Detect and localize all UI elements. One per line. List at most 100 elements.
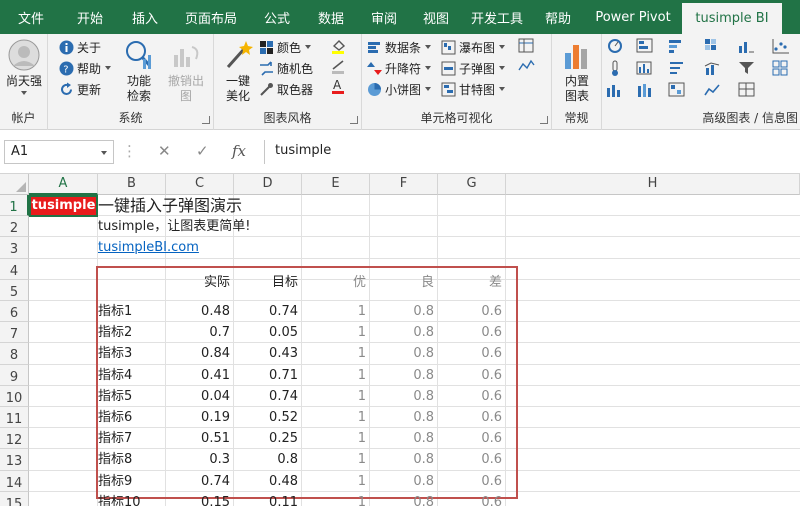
tab-insert[interactable]: 插入 — [118, 0, 172, 34]
cell-target-9[interactable]: 0.48 — [234, 472, 298, 492]
row-header-6[interactable]: 6 — [0, 301, 29, 323]
stacked-bar-icon[interactable] — [636, 82, 654, 98]
updown-button[interactable]: 升降符 — [366, 58, 432, 78]
cell-indicator-1[interactable]: 指标1 — [98, 302, 162, 322]
cell-indicator-9[interactable]: 指标9 — [98, 472, 162, 492]
cell-excellent-1[interactable]: 1 — [302, 302, 366, 322]
beautify-button[interactable]: 一键 美化 — [218, 38, 258, 104]
header-actual[interactable]: 实际 — [166, 273, 230, 293]
cell-target-3[interactable]: 0.43 — [234, 344, 298, 364]
formula-input[interactable]: tusimple — [264, 140, 800, 164]
dialog-launcher-icon[interactable] — [202, 116, 210, 124]
cell-target-8[interactable]: 0.8 — [234, 450, 298, 470]
cell-indicator-7[interactable]: 指标7 — [98, 429, 162, 449]
cell-poor-9[interactable]: 0.6 — [438, 472, 502, 492]
waterfall-button[interactable]: 瀑布图 — [440, 37, 506, 57]
header-target[interactable]: 目标 — [234, 273, 298, 293]
cell-good-9[interactable]: 0.8 — [370, 472, 434, 492]
cell-target-5[interactable]: 0.74 — [234, 387, 298, 407]
column-header-d[interactable]: D — [234, 174, 302, 195]
cell-good-5[interactable]: 0.8 — [370, 387, 434, 407]
cell-poor-10[interactable]: 0.6 — [438, 493, 502, 506]
cell-poor-5[interactable]: 0.6 — [438, 387, 502, 407]
cell-good-6[interactable]: 0.8 — [370, 408, 434, 428]
row-header-2[interactable]: 2 — [0, 216, 29, 238]
font-color-icon[interactable]: A — [330, 78, 348, 94]
tab-home[interactable]: 开始 — [62, 0, 118, 34]
tab-tusimple-bi[interactable]: tusimple BI — [682, 3, 782, 34]
enter-icon[interactable]: ✓ — [196, 142, 209, 160]
row-header-9[interactable]: 9 — [0, 364, 29, 386]
row-header-13[interactable]: 13 — [0, 449, 29, 471]
cell-poor-1[interactable]: 0.6 — [438, 302, 502, 322]
column-header-e[interactable]: E — [302, 174, 370, 195]
column-header-c[interactable]: C — [166, 174, 234, 195]
builtin-chart-button[interactable]: 内置 图表 — [556, 38, 598, 104]
row-header-1[interactable]: 1 — [0, 195, 29, 217]
cell-poor-8[interactable]: 0.6 — [438, 450, 502, 470]
row-header-14[interactable]: 14 — [0, 470, 29, 492]
bullet-chart-button[interactable]: 子弹图 — [440, 58, 506, 78]
account-button[interactable]: 尚天强 — [3, 38, 45, 95]
cell-poor-3[interactable]: 0.6 — [438, 344, 502, 364]
column-header-a[interactable]: A — [29, 174, 98, 195]
small-multiples-icon[interactable] — [772, 60, 790, 76]
cell-target-2[interactable]: 0.05 — [234, 323, 298, 343]
header-poor[interactable]: 差 — [438, 273, 502, 293]
cell-poor-2[interactable]: 0.6 — [438, 323, 502, 343]
name-box[interactable]: A1 — [4, 140, 114, 164]
cell-target-7[interactable]: 0.25 — [234, 429, 298, 449]
header-excellent[interactable]: 优 — [302, 273, 366, 293]
more-options-icon[interactable]: ⋮ — [122, 142, 137, 160]
cell-good-2[interactable]: 0.8 — [370, 323, 434, 343]
color-button[interactable]: 颜色 — [258, 37, 312, 57]
sheet-subtitle[interactable]: tusimple，让图表更简单! — [98, 217, 250, 237]
random-color-button[interactable]: 随机色 — [258, 58, 313, 78]
update-button[interactable]: 更新 — [58, 79, 101, 99]
cell-target-1[interactable]: 0.74 — [234, 302, 298, 322]
tab-view[interactable]: 视图 — [410, 0, 462, 34]
cell-good-8[interactable]: 0.8 — [370, 450, 434, 470]
cell-excellent-8[interactable]: 1 — [302, 450, 366, 470]
cell-good-7[interactable]: 0.8 — [370, 429, 434, 449]
column-header-f[interactable]: F — [370, 174, 438, 195]
cell-a1[interactable]: tusimple — [29, 195, 98, 217]
dialog-launcher-icon[interactable] — [350, 116, 358, 124]
cell-poor-7[interactable]: 0.6 — [438, 429, 502, 449]
tab-page-layout[interactable]: 页面布局 — [172, 0, 250, 34]
row-header-4[interactable]: 4 — [0, 258, 29, 280]
horizontal-bar-icon[interactable] — [668, 38, 686, 54]
tab-help[interactable]: 帮助 — [532, 0, 584, 34]
column-header-b[interactable]: B — [98, 174, 166, 195]
tab-data[interactable]: 数据 — [304, 0, 358, 34]
cell-excellent-4[interactable]: 1 — [302, 366, 366, 386]
cell-good-1[interactable]: 0.8 — [370, 302, 434, 322]
cell-actual-1[interactable]: 0.48 — [166, 302, 230, 322]
mini-pie-button[interactable]: 小饼图 — [366, 79, 432, 99]
color-picker-button[interactable]: 取色器 — [258, 79, 313, 99]
column-chart-icon[interactable] — [738, 38, 756, 54]
cell-excellent-3[interactable]: 1 — [302, 344, 366, 364]
table-chart-icon[interactable] — [636, 38, 654, 54]
cell-good-10[interactable]: 0.8 — [370, 493, 434, 506]
grid-chart-icon[interactable] — [738, 82, 756, 98]
list-chart-icon[interactable] — [668, 60, 686, 76]
undo-chart-button[interactable]: 撤销出 图 — [164, 38, 208, 104]
cell-actual-9[interactable]: 0.74 — [166, 472, 230, 492]
cell-good-3[interactable]: 0.8 — [370, 344, 434, 364]
row-header-12[interactable]: 12 — [0, 428, 29, 450]
tab-power-pivot[interactable]: Power Pivot — [584, 0, 682, 34]
cancel-icon[interactable]: ✕ — [158, 142, 171, 160]
cell-indicator-3[interactable]: 指标3 — [98, 344, 162, 364]
row-header-8[interactable]: 8 — [0, 343, 29, 365]
cell-actual-5[interactable]: 0.04 — [166, 387, 230, 407]
heatmap-icon[interactable] — [704, 38, 722, 54]
cell-indicator-4[interactable]: 指标4 — [98, 366, 162, 386]
function-search-button[interactable]: 功能 检索 — [116, 38, 162, 104]
cell-indicator-2[interactable]: 指标2 — [98, 323, 162, 343]
row-header-7[interactable]: 7 — [0, 322, 29, 344]
cell-excellent-7[interactable]: 1 — [302, 429, 366, 449]
row-header-11[interactable]: 11 — [0, 407, 29, 429]
cell-target-6[interactable]: 0.52 — [234, 408, 298, 428]
tab-file[interactable]: 文件 — [0, 0, 62, 34]
